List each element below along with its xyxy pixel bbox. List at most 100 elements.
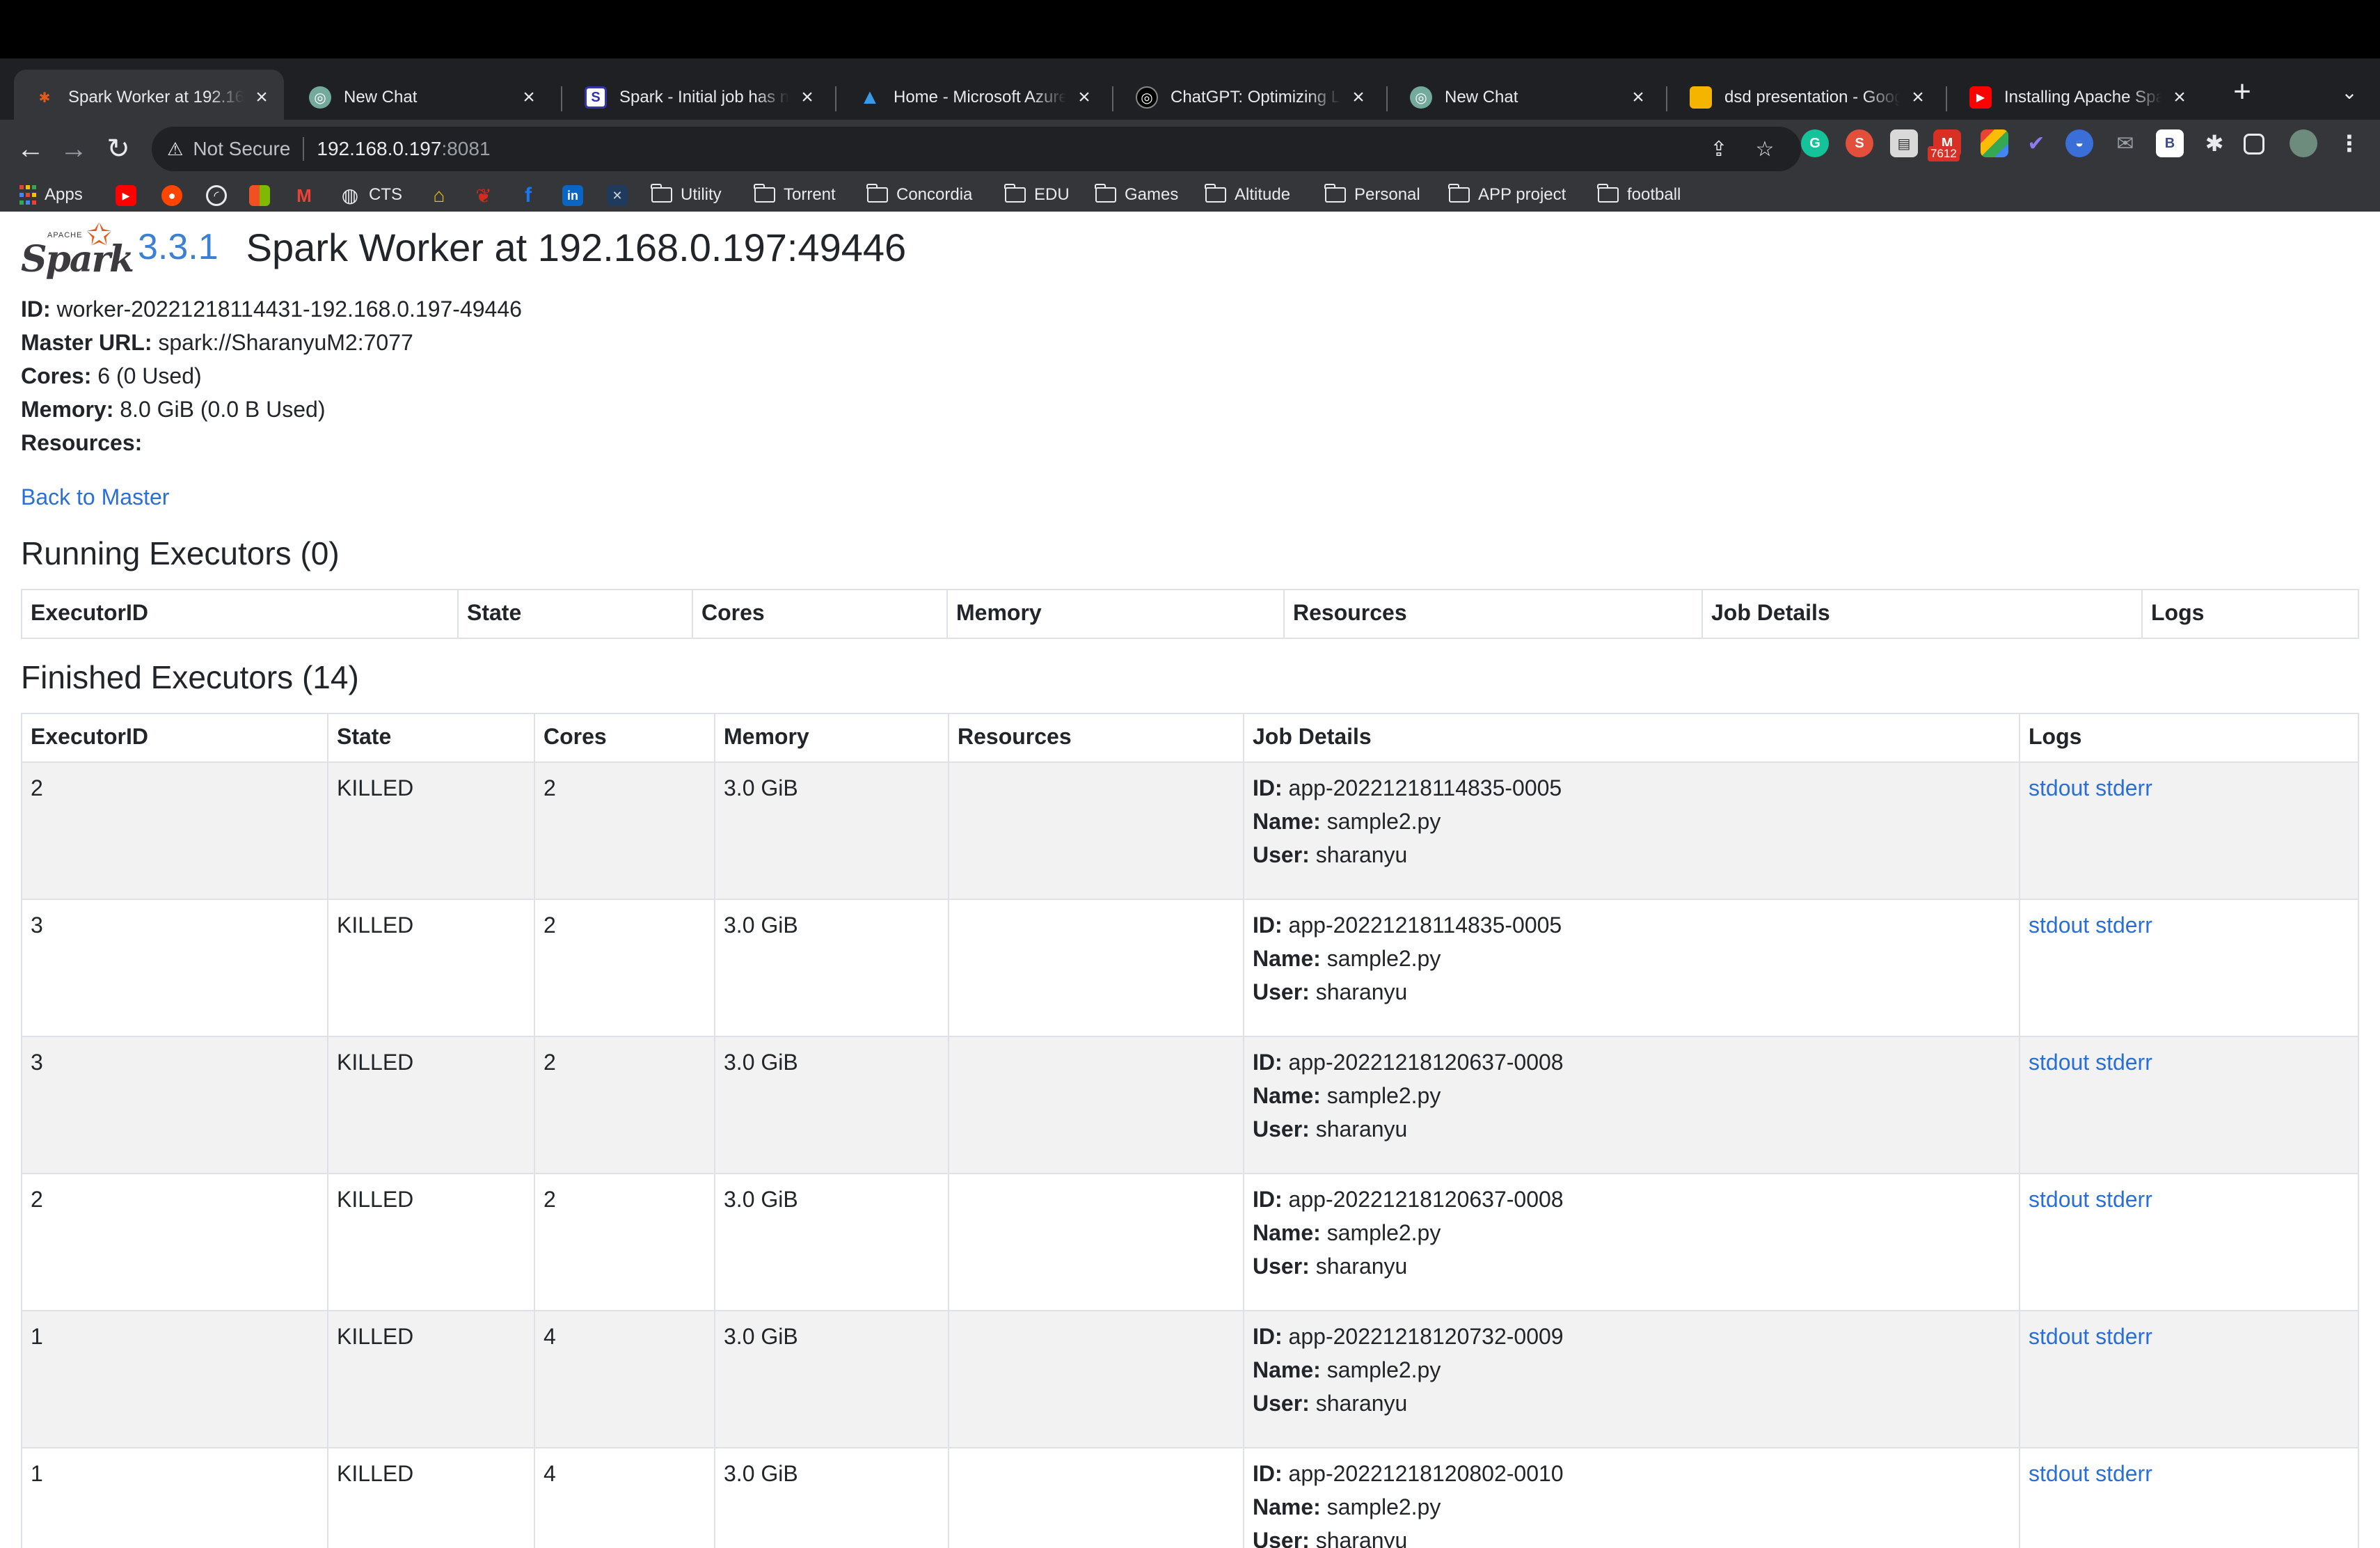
bookmark-folder-app-project[interactable]: APP project [1448,182,1566,207]
close-icon[interactable]: × [516,85,541,110]
back-to-master-link[interactable]: Back to Master [21,484,169,510]
bookmark-folder-concordia[interactable]: Concordia [866,182,972,207]
column-header[interactable]: ExecutorID [21,713,328,763]
reload-icon[interactable]: ↻ [99,129,138,168]
info-value: worker-20221218114431-192.168.0.197-4944… [56,297,522,322]
stderr-link[interactable]: stderr [2095,1050,2152,1075]
tab-title: Installing Apache Spark [2004,88,2161,106]
home-icon[interactable]: ⌂ [429,184,450,206]
bookmark-folder-football[interactable]: football [1597,182,1681,207]
bookmark-folder-personal[interactable]: Personal [1324,182,1420,207]
new-tab-icon[interactable]: + [2224,74,2260,110]
youtube-icon[interactable]: ▶ [116,185,136,206]
tab-chatgpt[interactable]: ◎ ChatGPT: Optimizing Language Models × [1116,70,1381,125]
stdout-link[interactable]: stdout [2029,1461,2089,1486]
column-header[interactable]: Cores [692,589,948,639]
column-header[interactable]: Memory [714,713,949,763]
spark-logo[interactable]: APACHE Spark ✩ [21,217,134,281]
bookmark-folder-edu[interactable]: EDU [1004,182,1070,207]
stdout-link[interactable]: stdout [2029,913,2089,938]
column-header[interactable]: Cores [534,713,715,763]
bookmark-folder-altitude[interactable]: Altitude [1205,182,1290,207]
close-icon[interactable]: × [795,85,820,110]
check-extension-icon[interactable]: ✔ [2022,129,2050,157]
bookmark-folder-games[interactable]: Games [1095,182,1178,207]
forward-arrow-icon[interactable]: → [54,129,93,168]
tab-stackoverflow[interactable]: S Spark - Initial job has not accepted a… [565,70,830,125]
column-header[interactable]: Resources [1283,589,1703,639]
azure-icon: ▲ [859,86,880,109]
reddit-icon[interactable]: ● [161,185,182,206]
youtube-icon: ▶ [1969,86,1992,109]
column-header[interactable]: State [457,589,693,639]
avatar[interactable] [2290,129,2317,157]
grammarly-icon[interactable]: G [1801,129,1829,157]
grid-extension-icon[interactable] [1981,129,2008,157]
shield-extension-icon[interactable]: S [1846,129,1873,157]
bookmark-cts[interactable]: ◍ CTS [340,182,402,207]
column-header[interactable]: Logs [2141,589,2359,639]
game-icon[interactable]: ✕ [607,185,628,206]
info-memory: Memory: 8.0 GiB (0.0 B Used) [21,393,522,426]
microsoft-icon[interactable] [249,185,270,206]
job-id: ID: app-20221218120637-0008 [1253,1183,2010,1216]
puzzle-icon[interactable]: ✱ [2200,129,2228,157]
close-icon[interactable]: × [249,85,274,110]
close-icon[interactable]: × [1072,85,1097,110]
facebook-icon[interactable]: f [518,184,539,207]
speedometer-icon[interactable]: ◜ [206,185,227,206]
bookmark-folder-utility[interactable]: Utility [651,182,722,207]
stderr-link[interactable]: stderr [2095,1461,2152,1486]
close-icon[interactable]: × [1905,85,1930,110]
sidebar-icon[interactable] [2244,134,2264,155]
b-extension-icon[interactable]: B [2156,129,2184,157]
stdout-link[interactable]: stdout [2029,1324,2089,1349]
column-header[interactable]: Job Details [1243,713,2020,763]
stdout-link[interactable]: stdout [2029,775,2089,800]
chevron-down-icon[interactable]: ⌄ [2331,74,2367,110]
executor-id-cell: 3 [21,899,328,1037]
close-icon[interactable]: × [1626,85,1651,110]
tab-spark-worker[interactable]: ✱ Spark Worker at 192.168.0.197:8081 × [14,70,284,125]
menu-dots-icon[interactable]: ⋮ [2335,129,2363,157]
info-id: ID: worker-20221218114431-192.168.0.197-… [21,292,522,326]
column-header[interactable]: ExecutorID [21,589,459,639]
tab-slides[interactable]: dsd presentation - Google Slides × [1670,70,1940,125]
bookmark-folder-torrent[interactable]: Torrent [754,182,836,207]
linkedin-icon[interactable]: in [562,185,583,206]
gmail-icon[interactable]: M [294,185,315,206]
openai-icon: ◎ [1136,86,1158,109]
maple-leaf-icon[interactable]: ❦ [473,185,494,207]
stderr-link[interactable]: stderr [2095,1187,2152,1212]
stdout-link[interactable]: stdout [2029,1187,2089,1212]
share-icon[interactable]: ⇪ [1705,135,1733,163]
folder-icon [1448,184,1470,205]
envelope-extension-icon[interactable]: ✉ [2111,129,2139,157]
column-header[interactable]: State [327,713,535,763]
back-arrow-icon[interactable]: ← [11,129,50,168]
stderr-link[interactable]: stderr [2095,913,2152,938]
stderr-link[interactable]: stderr [2095,775,2152,800]
tab-new-chat[interactable]: ◎ New Chat × [289,70,551,125]
column-header[interactable]: Resources [948,713,1244,763]
stdout-link[interactable]: stdout [2029,1050,2089,1075]
job-user-label: User: [1253,1528,1310,1548]
globe-extension-icon[interactable]: ◒ [2065,129,2093,157]
logs-cell: stdout stderr [2019,1173,2359,1311]
tab-azure[interactable]: ▲ Home - Microsoft Azure × [839,70,1106,125]
job-id: ID: app-20221218120802-0010 [1253,1457,2010,1490]
close-icon[interactable]: × [1346,85,1371,110]
column-header[interactable]: Job Details [1701,589,2143,639]
tab-separator [835,86,836,111]
star-icon[interactable]: ☆ [1751,135,1779,163]
tab-new-chat-2[interactable]: ◎ New Chat × [1390,70,1660,125]
close-icon[interactable]: × [2167,85,2192,110]
clipboard-extension-icon[interactable]: ▤ [1890,129,1918,157]
column-header[interactable]: Memory [946,589,1285,639]
address-bar[interactable]: ⚠ Not Secure 192.168.0.197:8081 ⇪ ☆ [152,127,1801,171]
tab-youtube[interactable]: ▶ Installing Apache Spark × [1950,70,2202,125]
bookmark-apps[interactable]: Apps [19,182,83,207]
openai-icon: ◎ [1410,86,1432,109]
column-header[interactable]: Logs [2019,713,2359,763]
stderr-link[interactable]: stderr [2095,1324,2152,1349]
